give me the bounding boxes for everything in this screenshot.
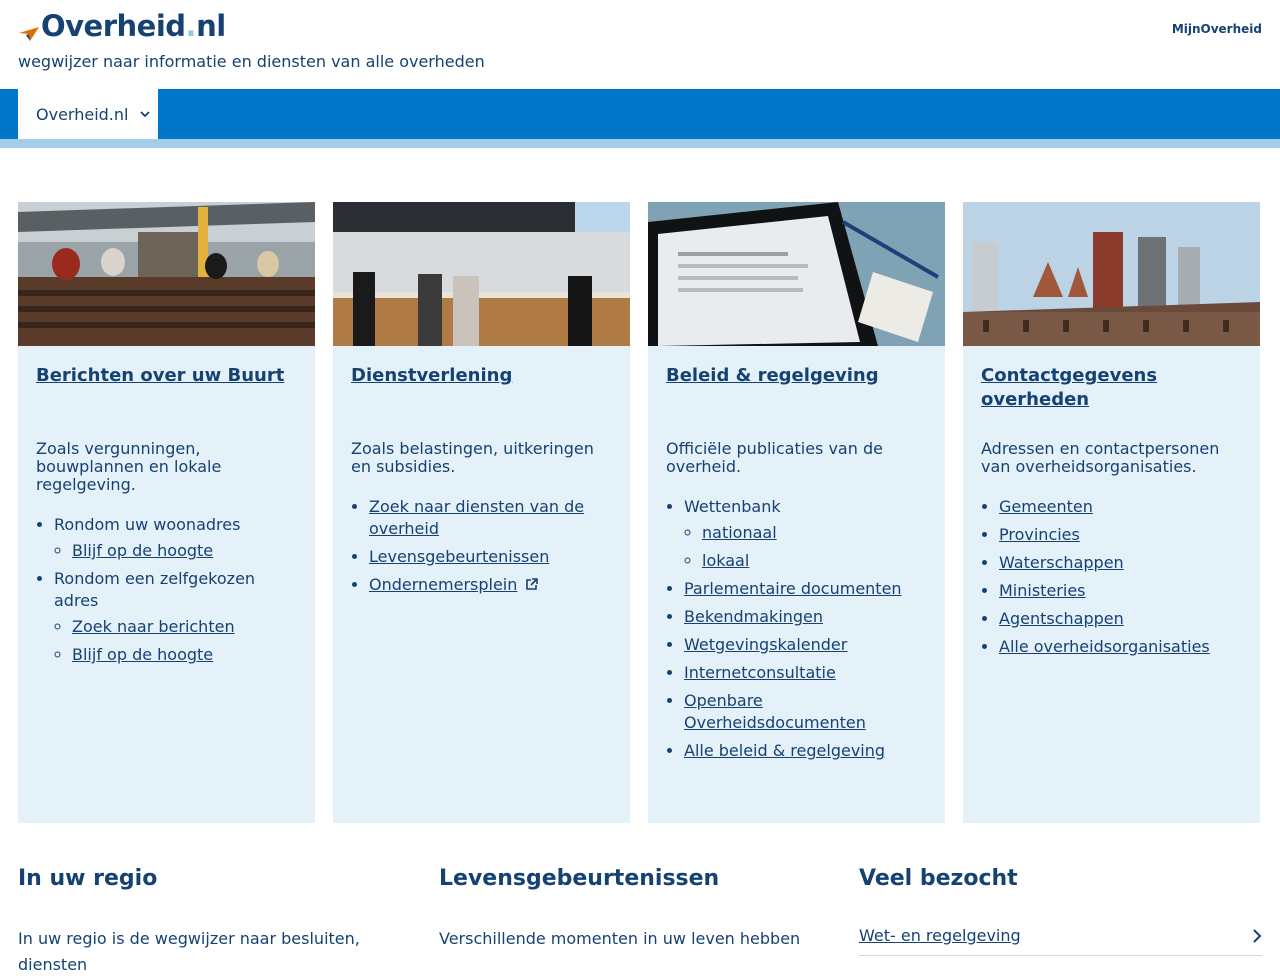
site-header: Overheid.nl wegwijzer naar informatie en… <box>0 0 1280 89</box>
card-image-tablet <box>648 202 945 346</box>
nav-accent-strip <box>0 139 1280 148</box>
card-title-link[interactable]: Beleid & regelgeving <box>666 364 927 420</box>
section-title: Levensgebeurtenissen <box>439 866 720 891</box>
list-link[interactable]: Parlementaire documenten <box>684 579 902 598</box>
list-item: Agentschappen <box>999 608 1242 630</box>
section-regio: In uw regio In uw regio is de wegwijzer … <box>18 864 408 978</box>
card-description: Officiële publicaties van de overheid. <box>666 439 883 476</box>
section-title: In uw regio <box>18 866 158 891</box>
list-link[interactable]: Agentschappen <box>999 609 1124 628</box>
list-link[interactable]: Alle beleid & regelgeving <box>684 741 885 760</box>
list-item: Alle beleid & regelgeving <box>684 740 927 762</box>
card-image-skyline <box>963 202 1260 346</box>
list-link[interactable]: Wetgevingskalender <box>684 635 847 654</box>
list-item: Waterschappen <box>999 552 1242 574</box>
list-item: Wettenbank nationaal lokaal <box>684 496 927 572</box>
list-item: Rondom een zelfgekozen adres Zoek naar b… <box>54 568 297 666</box>
list-link[interactable]: Provincies <box>999 525 1080 544</box>
list-group-label: Wettenbank <box>684 497 781 516</box>
list-item: Bekendmakingen <box>684 606 927 628</box>
list-group-label: Rondom een zelfgekozen adres <box>54 569 256 610</box>
site-switcher-label: Overheid.nl <box>36 104 129 124</box>
list-link[interactable]: lokaal <box>702 551 749 570</box>
card-title-link[interactable]: Contactgegevens overheden <box>981 364 1242 420</box>
list-link[interactable]: Zoek naar berichten <box>72 617 235 636</box>
site-tagline: wegwijzer naar informatie en diensten va… <box>18 52 485 71</box>
topic-cards: Berichten over uw Buurt Zoals vergunning… <box>18 202 1262 823</box>
site-switcher-dropdown[interactable]: Overheid.nl <box>18 89 158 139</box>
list-link[interactable]: Waterschappen <box>999 553 1124 572</box>
card-description: Zoals belastingen, uitkeringen en subsid… <box>351 439 594 476</box>
list-link[interactable]: Openbare Overheidsdocumenten <box>684 691 866 732</box>
card-title-link[interactable]: Dienstverlening <box>351 364 612 420</box>
card-beleid: Beleid & regelgeving Officiële publicati… <box>648 202 945 823</box>
card-link-list: Gemeenten Provincies Waterschappen Minis… <box>999 496 1242 658</box>
list-group-label: Rondom uw woonadres <box>54 515 241 534</box>
list-link[interactable]: Blijf op de hoogte <box>72 541 213 560</box>
list-link[interactable]: Blijf op de hoogte <box>72 645 213 664</box>
card-dienstverlening: Dienstverlening Zoals belastingen, uitke… <box>333 202 630 823</box>
section-text: In uw regio is de wegwijzer naar besluit… <box>18 929 360 974</box>
card-link-list: Wettenbank nationaal lokaal Parlementair… <box>684 496 927 762</box>
list-link[interactable]: Internetconsultatie <box>684 663 836 682</box>
list-link[interactable]: Ministeries <box>999 581 1086 600</box>
list-item: Ministeries <box>999 580 1242 602</box>
section-title: Veel bezocht <box>859 866 1018 891</box>
list-item: Alle overheidsorganisaties <box>999 636 1242 658</box>
card-link-list: Zoek naar diensten van de overheid Leven… <box>369 496 612 596</box>
card-image-bench-people <box>18 202 315 346</box>
list-link[interactable]: Ondernemersplein <box>369 575 517 594</box>
visited-link-row[interactable]: Wet- en regelgeving <box>859 926 1262 956</box>
list-item: Gemeenten <box>999 496 1242 518</box>
list-item: Provincies <box>999 524 1242 546</box>
list-item: Rondom uw woonadres Blijf op de hoogte <box>54 514 297 562</box>
card-image-service-desk <box>333 202 630 346</box>
list-link[interactable]: Alle overheidsorganisaties <box>999 637 1210 656</box>
visited-link[interactable]: Wet- en regelgeving <box>859 926 1021 945</box>
section-text: Verschillende momenten in uw leven hebbe… <box>439 929 801 948</box>
card-buurt: Berichten over uw Buurt Zoals vergunning… <box>18 202 315 823</box>
list-item: Openbare Overheidsdocumenten <box>684 690 927 734</box>
section-levensgebeurtenissen: Levensgebeurtenissen Verschillende momen… <box>439 864 829 952</box>
list-link[interactable]: Gemeenten <box>999 497 1093 516</box>
external-link-icon <box>526 578 539 590</box>
list-link[interactable]: Bekendmakingen <box>684 607 823 626</box>
list-link[interactable]: nationaal <box>702 523 777 542</box>
section-veel-bezocht: Veel bezocht Wet- en regelgeving <box>859 864 1262 956</box>
main-nav-bar: Overheid.nl <box>0 89 1280 139</box>
list-link[interactable]: Levensgebeurtenissen <box>369 547 549 566</box>
logo-text: Overheid.nl <box>41 9 226 43</box>
card-title-link[interactable]: Berichten over uw Buurt <box>36 364 297 420</box>
list-item: Ondernemersplein <box>369 574 612 596</box>
card-description: Zoals vergunningen, bouwplannen en lokal… <box>36 439 222 494</box>
card-contactgegevens: Contactgegevens overheden Adressen en co… <box>963 202 1260 823</box>
card-link-list: Rondom uw woonadres Blijf op de hoogte R… <box>54 514 297 666</box>
logo-arrow-icon <box>19 27 39 41</box>
chevron-down-icon <box>140 111 151 118</box>
list-item: Levensgebeurtenissen <box>369 546 612 568</box>
list-item: Wetgevingskalender <box>684 634 927 656</box>
mijnoverheid-link[interactable]: MijnOverheid <box>1172 22 1262 36</box>
card-description: Adressen en contactpersonen van overheid… <box>981 439 1220 476</box>
chevron-right-icon <box>1253 928 1262 943</box>
list-link[interactable]: Zoek naar diensten van de overheid <box>369 497 584 538</box>
site-logo[interactable]: Overheid.nl <box>18 9 226 43</box>
list-item: Zoek naar diensten van de overheid <box>369 496 612 540</box>
list-item: Internetconsultatie <box>684 662 927 684</box>
list-item: Parlementaire documenten <box>684 578 927 600</box>
